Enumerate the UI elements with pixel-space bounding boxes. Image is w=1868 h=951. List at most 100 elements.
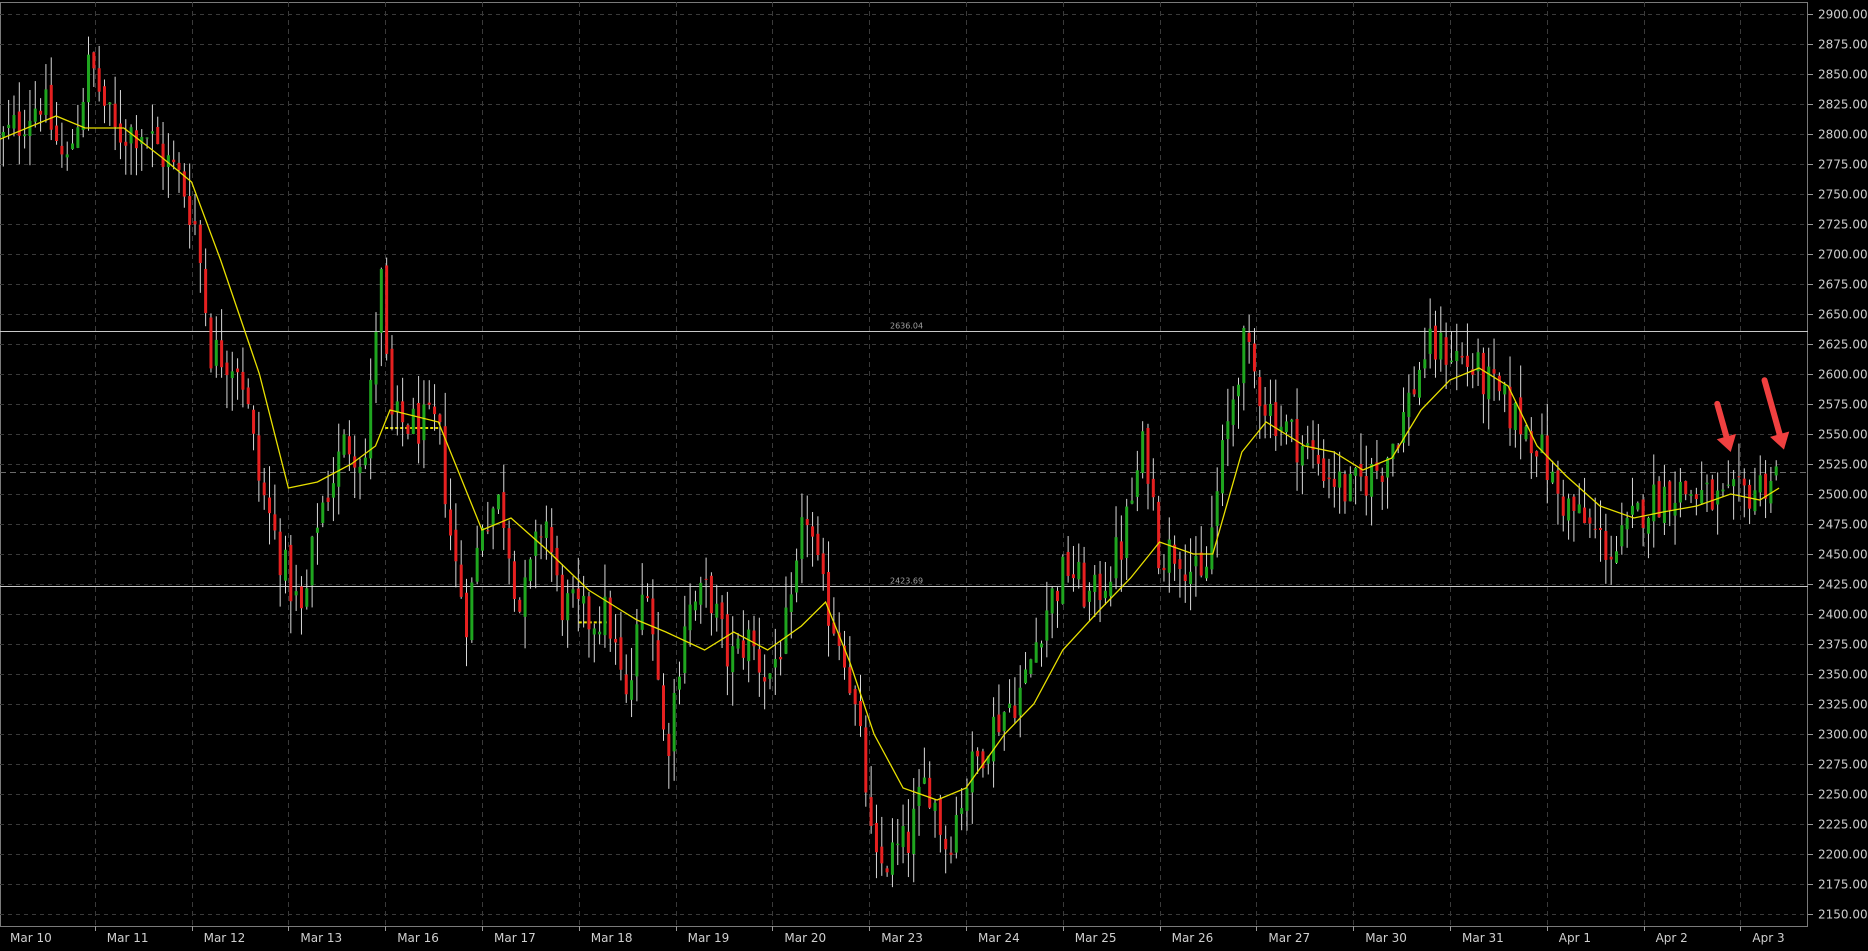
candle-body xyxy=(928,777,932,808)
candle-body xyxy=(438,414,442,423)
candle-body xyxy=(236,368,240,373)
candle-body xyxy=(1503,384,1507,395)
candle-body xyxy=(779,656,783,660)
candle-body xyxy=(177,162,181,170)
y-tick-label: 2275.00 xyxy=(1818,758,1868,772)
candle-body xyxy=(1716,490,1720,505)
x-tick-label: Mar 13 xyxy=(300,931,342,945)
candle-body xyxy=(534,531,538,556)
candle-body xyxy=(1316,454,1320,464)
candle-body xyxy=(1412,389,1416,395)
candle-body xyxy=(1029,659,1033,674)
candle-body xyxy=(315,527,319,533)
y-tick-label: 2175.00 xyxy=(1818,878,1868,892)
candle-body xyxy=(49,84,53,130)
candle-body xyxy=(1178,559,1182,570)
candle-body xyxy=(60,145,64,155)
candle-body xyxy=(1077,561,1081,580)
candle-body xyxy=(560,574,564,621)
y-tick-label: 2575.00 xyxy=(1818,398,1868,412)
x-tick-label: Apr 1 xyxy=(1559,931,1591,945)
candle-body xyxy=(747,629,751,662)
candle-body xyxy=(512,561,516,599)
candle-body xyxy=(922,777,926,784)
candle-body xyxy=(997,714,1001,733)
candle-body xyxy=(890,842,894,875)
candle-body xyxy=(683,626,687,674)
y-tick-label: 2625.00 xyxy=(1818,338,1868,352)
x-tick-label: Apr 3 xyxy=(1752,931,1784,945)
candle-body xyxy=(1599,527,1603,531)
candle-body xyxy=(406,425,410,434)
candle-body xyxy=(1407,392,1411,418)
candle-body xyxy=(848,667,852,694)
candle-body xyxy=(1157,501,1161,569)
candle-body xyxy=(1348,473,1352,502)
candle-body xyxy=(161,143,165,167)
y-tick-label: 2600.00 xyxy=(1818,368,1868,382)
candle-body xyxy=(1460,355,1464,358)
level-label: 2423.69 xyxy=(890,577,923,586)
candle-body xyxy=(1215,491,1219,526)
y-tick-label: 2425.00 xyxy=(1818,578,1868,592)
candle-body xyxy=(1497,375,1501,392)
candle-body xyxy=(491,508,495,526)
candle-body xyxy=(1045,610,1049,641)
x-tick-label: Mar 25 xyxy=(1075,931,1117,945)
candle-body xyxy=(757,649,761,673)
candle-body xyxy=(667,733,671,756)
candle-body xyxy=(1252,343,1256,372)
candle-body xyxy=(938,798,942,835)
candle-body xyxy=(1322,458,1326,482)
candle-body xyxy=(1284,421,1288,433)
candle-body xyxy=(725,614,729,667)
candle-body xyxy=(1199,552,1203,576)
candle-body xyxy=(970,751,974,793)
candle-body xyxy=(379,269,383,333)
candle-body xyxy=(369,379,373,459)
candle-body xyxy=(156,127,160,145)
candle-body xyxy=(965,788,969,811)
candle-body xyxy=(283,549,287,581)
candle-body xyxy=(289,544,293,602)
candle-body xyxy=(582,595,586,604)
candle-body xyxy=(1748,484,1752,509)
y-tick-label: 2375.00 xyxy=(1818,638,1868,652)
y-tick-label: 2750.00 xyxy=(1818,188,1868,202)
candle-body xyxy=(1093,574,1097,592)
price-chart[interactable]: 2636.04 2423.69 2150.00 2175.00 2200.00 2225… xyxy=(0,0,1868,947)
x-tick-label: Mar 19 xyxy=(688,931,730,945)
candle-body xyxy=(342,434,346,455)
candle-body xyxy=(1567,498,1571,521)
candle-body xyxy=(1130,500,1134,504)
candle-body xyxy=(465,592,469,638)
candle-body xyxy=(252,409,256,434)
candle-body xyxy=(651,598,655,635)
candle-body xyxy=(662,685,665,730)
candle-body xyxy=(1050,588,1054,614)
candle-body xyxy=(1247,332,1251,342)
candle-body xyxy=(87,54,91,103)
y-tick-label: 2800.00 xyxy=(1818,128,1868,142)
candle-body xyxy=(1263,404,1267,416)
candle-body xyxy=(1380,475,1384,482)
candle-body xyxy=(1561,496,1565,516)
candle-body xyxy=(741,640,745,658)
candle-body xyxy=(1732,479,1736,487)
candle-body xyxy=(646,596,650,599)
candle-body xyxy=(1040,643,1044,648)
candle-body xyxy=(1630,505,1634,515)
candle-body xyxy=(901,826,905,848)
candle-body xyxy=(390,348,394,415)
candle-body xyxy=(1066,551,1070,576)
candle-body xyxy=(805,519,809,526)
candle-body xyxy=(795,560,799,593)
candle-body xyxy=(358,466,362,474)
candle-body xyxy=(1359,464,1363,477)
candle-body xyxy=(278,531,282,576)
candle-body xyxy=(544,521,548,538)
candle-body xyxy=(1119,541,1123,560)
candle-body xyxy=(225,362,229,376)
y-tick-label: 2875.00 xyxy=(1818,38,1868,52)
candlestick-chart-svg[interactable]: 2636.04 2423.69 2150.00 2175.00 2200.00 2225… xyxy=(0,0,1868,947)
